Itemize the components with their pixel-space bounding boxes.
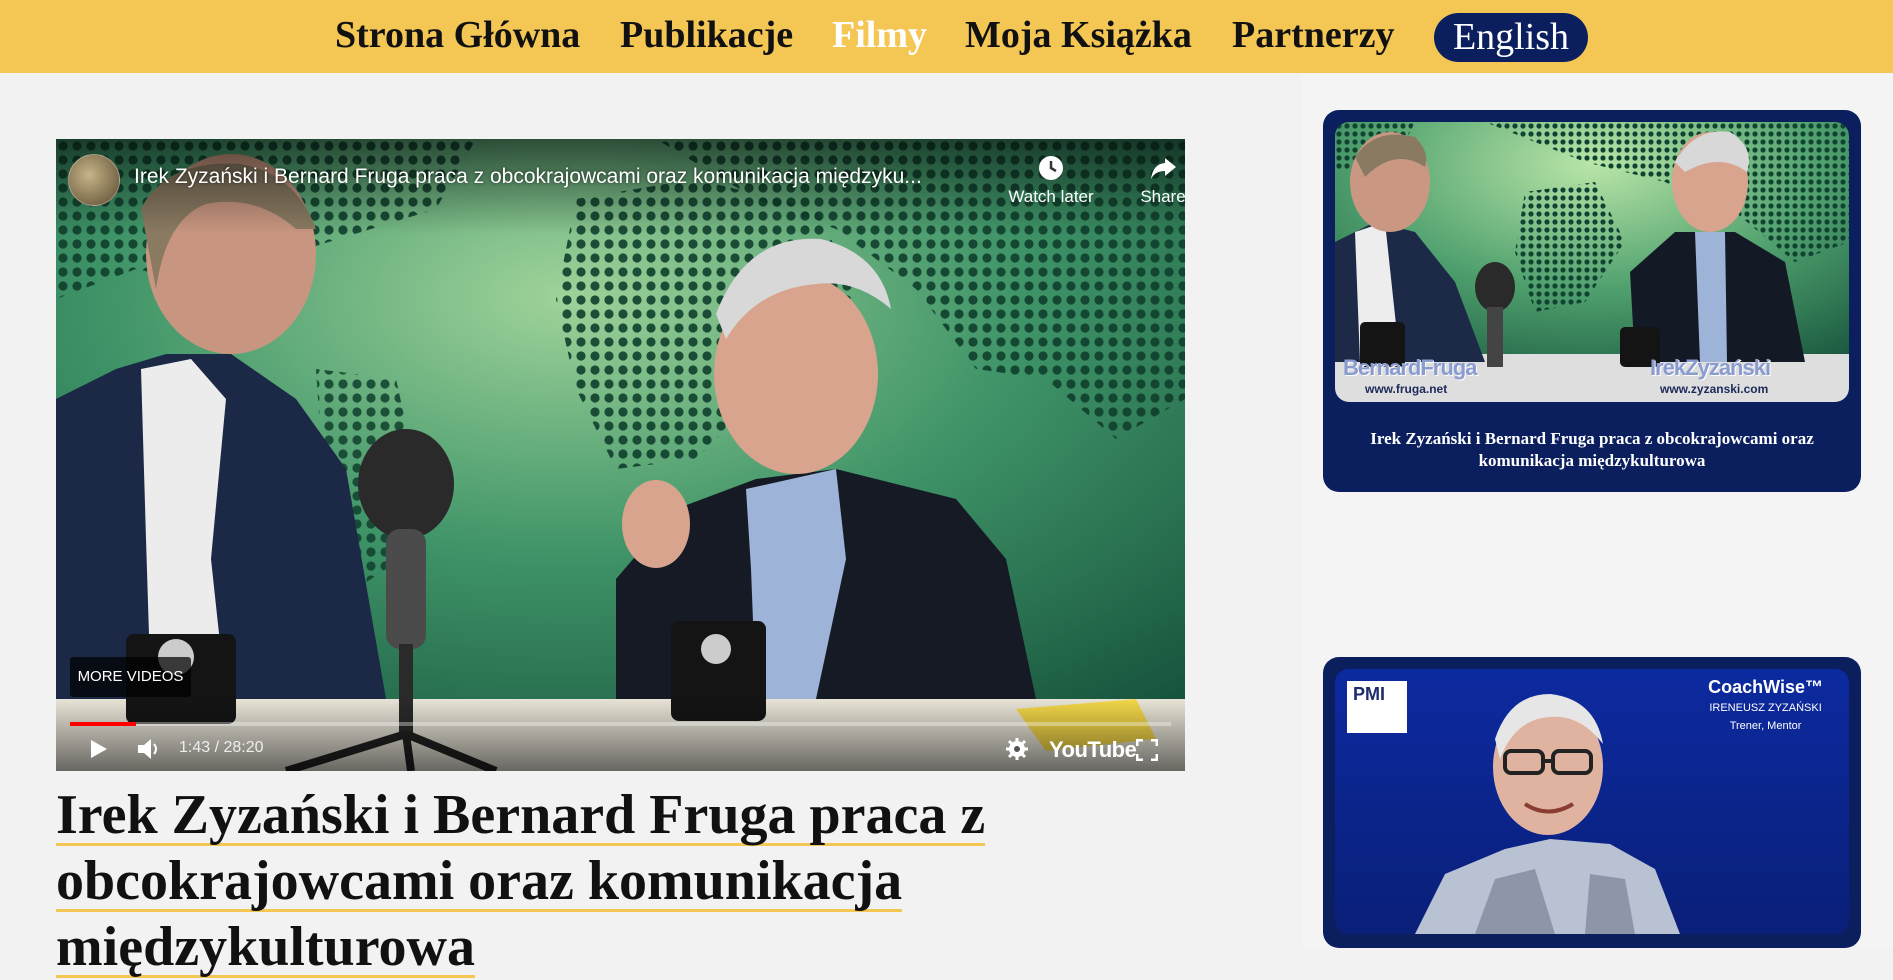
fullscreen-icon[interactable]: [1136, 739, 1158, 761]
related-video-card[interactable]: BernardFruga www.fruga.net IrekZyzański …: [1323, 110, 1861, 492]
thumbnail-left-url: www.fruga.net: [1365, 382, 1448, 396]
channel-avatar[interactable]: [68, 154, 120, 206]
time-display: 1:43 / 28:20: [179, 739, 264, 756]
watch-later-button[interactable]: Watch later: [1006, 153, 1096, 207]
play-icon[interactable]: [86, 737, 110, 761]
coachwise-person: IRENEUSZ ZYZAŃSKI: [1709, 702, 1822, 714]
language-button[interactable]: English: [1434, 13, 1588, 62]
more-videos-button[interactable]: MORE VIDEOS: [70, 657, 191, 697]
share-button[interactable]: Share: [1118, 153, 1185, 207]
page-title-text: Irek Zyzański i Bernard Fruga praca z ob…: [56, 784, 986, 978]
nav-item-filmy[interactable]: Filmy: [832, 13, 927, 57]
thumbnail-right-name: IrekZyzański: [1650, 355, 1771, 380]
related-video-card-2[interactable]: PMI CoachWise™ IRENEUSZ ZYZAŃSKI Trener,…: [1323, 657, 1861, 948]
progress-bar[interactable]: [70, 722, 1171, 726]
gear-icon[interactable]: [1005, 737, 1029, 761]
nav-item-publikacje[interactable]: Publikacje: [620, 13, 793, 57]
volume-icon[interactable]: [136, 737, 162, 761]
nav-item-strona-glowna[interactable]: Strona Główna: [335, 13, 580, 57]
youtube-logo[interactable]: YouTube: [1049, 737, 1137, 763]
progress-fill: [70, 722, 137, 726]
coachwise-branding: CoachWise™ IRENEUSZ ZYZAŃSKI Trener, Men…: [1708, 677, 1823, 734]
share-label: Share: [1140, 187, 1185, 206]
thumbnail-left-name: BernardFruga: [1343, 355, 1477, 380]
nav-item-partnerzy[interactable]: Partnerzy: [1232, 13, 1394, 57]
watch-later-label: Watch later: [1008, 187, 1094, 206]
video-thumbnail[interactable]: BernardFruga www.fruga.net IrekZyzański …: [1335, 122, 1849, 402]
card-caption[interactable]: Irek Zyzański i Bernard Fruga praca z ob…: [1335, 428, 1849, 472]
top-nav: Strona Główna Publikacje Filmy Moja Ksią…: [0, 0, 1893, 73]
video-thumbnail-2[interactable]: PMI CoachWise™ IRENEUSZ ZYZAŃSKI Trener,…: [1335, 669, 1849, 934]
page-title: Irek Zyzański i Bernard Fruga praca z ob…: [56, 782, 1076, 980]
video-title[interactable]: Irek Zyzański i Bernard Fruga praca z ob…: [134, 165, 974, 189]
clock-icon: [1039, 156, 1063, 180]
thumbnail-right-url: www.zyzanski.com: [1660, 382, 1769, 396]
share-icon: [1151, 158, 1176, 179]
coachwise-role: Trener, Mentor: [1729, 720, 1802, 732]
nav-item-moja-ksiazka[interactable]: Moja Książka: [965, 13, 1192, 57]
pmi-logo: PMI: [1347, 681, 1407, 733]
coachwise-brand: CoachWise™: [1708, 677, 1823, 697]
video-player[interactable]: Irek Zyzański i Bernard Fruga praca z ob…: [56, 139, 1185, 771]
